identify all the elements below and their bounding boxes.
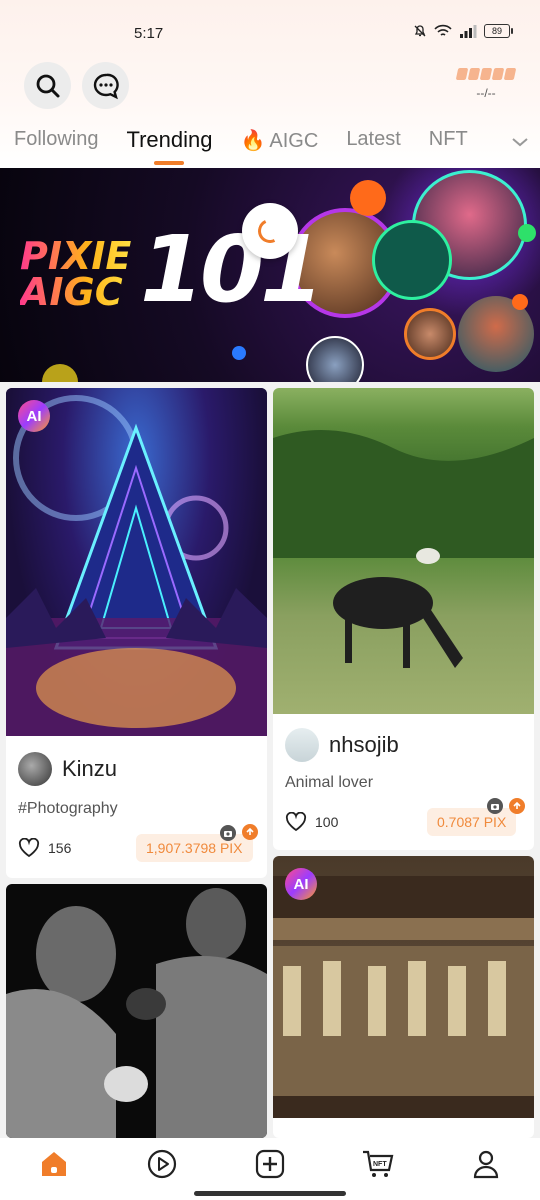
tab-aigc[interactable]: 🔥 AIGC [241,128,319,153]
nav-nft-market[interactable]: NFT [358,1144,398,1184]
play-icon [147,1149,177,1179]
feed-card[interactable]: AI Kinzu #Photography 156 1,907.3798 PIX [6,388,267,878]
avatar[interactable] [18,752,52,786]
tab-following[interactable]: Following [14,128,98,151]
feed-card[interactable]: AI [273,856,534,1138]
ai-badge: AI [285,868,317,900]
tab-trending[interactable]: Trending [126,127,212,153]
signal-icon [460,25,477,38]
price-tag[interactable]: 1,907.3798 PIX [136,834,253,862]
status-time: 5:17 [134,25,164,42]
points-indicator[interactable]: --/-- [455,68,517,100]
post-description: Animal lover [285,774,374,791]
heart-icon [285,812,307,832]
nft-cart-icon: NFT [363,1150,394,1177]
svg-text:NFT: NFT [373,1161,387,1168]
status-bar: 5:17 89 [0,22,540,46]
like-button[interactable]: 156 [18,838,71,858]
post-description: #Photography [18,800,118,817]
post-artwork [6,888,267,1138]
post-artwork [6,395,267,736]
like-count: 156 [48,840,72,856]
loading-spinner [242,203,298,259]
chevron-down-icon[interactable] [510,132,530,152]
camera-icon [220,825,236,841]
top-header: 5:17 89 --/-- Following Trending 🔥 AIGC L… [0,0,540,168]
heart-icon [18,838,40,858]
feed-card[interactable]: nhsojib Animal lover 100 0.7087 PIX [273,388,534,850]
tab-aigc-label: AIGC [269,130,319,152]
tab-nft[interactable]: NFT [429,128,468,151]
status-icons: 89 [413,24,513,38]
post-image[interactable] [6,884,267,1138]
author-name[interactable]: nhsojib [329,732,399,758]
nav-video[interactable] [142,1144,182,1184]
tab-latest[interactable]: Latest [346,128,400,151]
tab-latest-label: Latest [346,128,401,150]
author-row[interactable]: Kinzu [18,752,117,786]
wifi-icon [434,24,452,36]
author-name[interactable]: Kinzu [62,756,117,782]
fire-icon: 🔥 [240,130,266,152]
nav-profile[interactable] [466,1144,506,1184]
tab-trending-label: Trending [126,127,213,152]
points-bars [455,68,517,80]
messages-button[interactable] [82,62,129,109]
battery-icon: 89 [484,24,513,38]
search-button[interactable] [24,62,71,109]
post-image[interactable] [6,388,267,736]
banner-title-small: PIXIE AIGC [20,238,131,310]
profile-icon [473,1150,499,1179]
price-tag[interactable]: 0.7087 PIX [427,808,517,836]
points-value: --/-- [476,86,496,100]
system-home-indicator[interactable] [194,1191,346,1196]
feed-tabs: Following Trending 🔥 AIGC Latest NFT [14,127,526,166]
like-count: 100 [315,814,339,830]
chat-bubble-icon [93,73,119,99]
promo-banner[interactable]: PIXIE AIGC 101 [0,168,540,382]
nav-home[interactable] [34,1144,74,1184]
mute-icon [414,25,426,37]
create-icon [255,1149,285,1179]
home-icon [42,1152,66,1176]
nav-create[interactable] [250,1144,290,1184]
search-icon [36,74,59,97]
arrow-up-icon [242,824,258,840]
ai-badge: AI [18,400,50,432]
author-row[interactable]: nhsojib [285,728,399,762]
feed-card[interactable] [6,884,267,1138]
tab-nft-label: NFT [428,128,468,150]
banner-line-2: AIGC [20,270,123,314]
arrow-up-icon [509,798,525,814]
tab-following-label: Following [14,128,99,150]
avatar[interactable] [285,728,319,762]
post-image[interactable] [273,388,534,714]
camera-icon [487,798,503,814]
post-artwork [273,430,534,668]
banner-line-1: PIXIE [20,234,132,278]
like-button[interactable]: 100 [285,812,338,832]
